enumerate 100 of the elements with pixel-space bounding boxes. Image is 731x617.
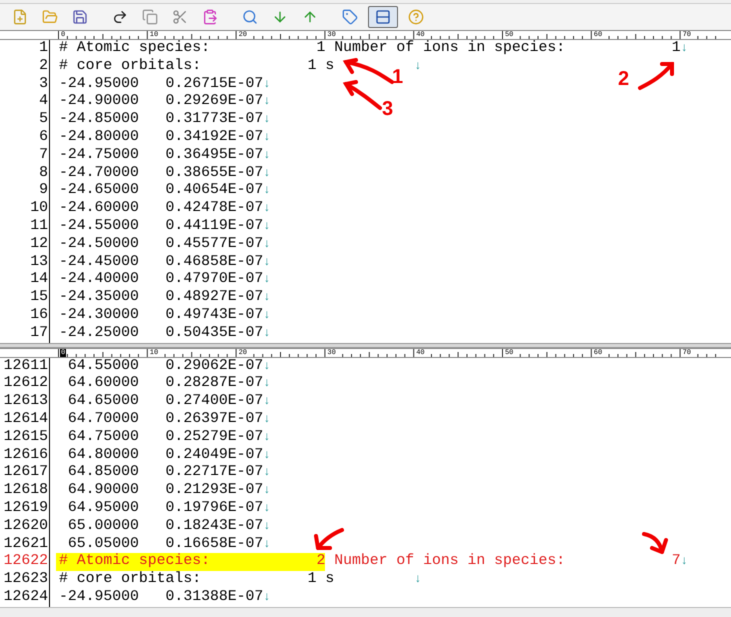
line-number: 12620	[0, 518, 50, 536]
line-number: 10	[0, 200, 50, 218]
highlighted-text: # Atomic species: 2	[56, 553, 326, 572]
line-end-mark: ↓	[263, 76, 270, 93]
folder-icon	[42, 9, 58, 25]
line-end-mark: ↓	[263, 254, 270, 271]
line-number: 12611	[0, 358, 50, 376]
copy-icon	[142, 9, 158, 25]
paste-icon	[202, 9, 218, 25]
line-number: 12617	[0, 464, 50, 482]
line-number: 4	[0, 93, 50, 112]
line-text: -24.55000 0.44119E-07	[59, 218, 264, 236]
line-number: 5	[0, 111, 50, 129]
line-text: 64.75000 0.25279E-07	[66, 428, 264, 447]
line-text: 64.80000 0.24049E-07	[66, 446, 264, 464]
line-text: 64.70000 0.26397E-07	[66, 410, 264, 429]
line-number: 16	[0, 306, 50, 325]
line-end-mark: ↓	[263, 128, 270, 146]
line-number: 3	[0, 76, 50, 94]
find-next-icon	[272, 9, 288, 25]
line-text: 64.95000 0.19796E-07	[66, 500, 264, 518]
line-end-mark: ↓	[263, 218, 270, 235]
line-number: 15	[0, 289, 50, 307]
line-end-mark: ↓	[263, 482, 270, 500]
line-number: 12622	[0, 553, 50, 572]
line-text: 65.00000 0.18243E-07	[66, 518, 264, 536]
line-number: 7	[0, 146, 50, 165]
help-icon	[408, 9, 424, 25]
annotation-label: 3	[382, 98, 394, 120]
line-end-mark: ↓	[263, 393, 270, 410]
line-text: -24.95000 0.26715E-07	[59, 76, 264, 94]
annotation-label: 2	[618, 68, 630, 90]
split-button[interactable]	[368, 6, 398, 28]
line-text: -24.65000 0.40654E-07	[59, 182, 264, 200]
split-window-icon	[375, 9, 391, 25]
line-number: 6	[0, 128, 50, 147]
line-end-mark: ↓	[263, 375, 270, 392]
cut-icon	[172, 9, 188, 25]
line-number: 12613	[0, 393, 50, 411]
line-end-mark: ↓	[263, 324, 270, 342]
line-text: 64.90000 0.21293E-07	[66, 482, 264, 500]
line-end-mark: ↓	[263, 93, 270, 110]
line-end-mark: ↓	[263, 428, 270, 446]
line-text: -24.95000 0.31388E-07	[59, 588, 264, 607]
line-text: -24.40000 0.47970E-07	[59, 271, 264, 290]
line-number: 2	[0, 58, 50, 76]
line-end-mark: ↓	[680, 553, 688, 570]
line-number: 12614	[0, 410, 50, 429]
line-text: 64.60000 0.28287E-07	[66, 375, 264, 394]
line-end-mark: ↓	[263, 464, 270, 482]
line-number: 1	[0, 40, 50, 58]
line-number: 12619	[0, 500, 50, 518]
line-text: 64.55000 0.29062E-07	[66, 358, 264, 376]
line-end-mark: ↓	[263, 518, 270, 535]
line-text: -24.35000 0.48927E-07	[59, 289, 264, 307]
line-text: # core orbitals: 1 s	[59, 571, 334, 589]
new-file-icon	[12, 9, 28, 25]
line-text: -24.90000 0.29269E-07	[59, 93, 264, 112]
line-number: 13	[0, 254, 50, 272]
line-text: # Atomic species: 1 Number of ions in species: 1	[59, 40, 681, 58]
annotation-arrow	[312, 526, 346, 552]
line-end-mark: ↓	[414, 571, 422, 588]
annotation-label: 1	[392, 66, 404, 88]
line-end-mark: ↓	[263, 236, 270, 253]
line-end-mark: ↓	[263, 111, 270, 128]
line-text: -24.30000 0.49743E-07	[59, 306, 264, 325]
line-text: 64.65000 0.27400E-07	[66, 393, 264, 411]
line-number: 12616	[0, 446, 50, 464]
curved-arrow-icon	[112, 9, 128, 25]
line-end-mark: ↓	[263, 200, 270, 218]
tag-icon	[342, 9, 358, 25]
line-text: 64.85000 0.22717E-07	[66, 464, 264, 482]
line-number: 9	[0, 182, 50, 200]
line-end-mark: ↓	[263, 536, 270, 553]
line-text: -24.60000 0.42478E-07	[59, 200, 264, 218]
line-text: -24.70000 0.38655E-07	[59, 164, 264, 182]
line-end-mark: ↓	[263, 271, 270, 288]
line-text: 65.05000 0.16658E-07	[66, 536, 264, 553]
line-text: -24.45000 0.46858E-07	[59, 254, 264, 272]
line-text: -24.50000 0.45577E-07	[59, 236, 264, 254]
line-text: Number of ions in species: 7	[333, 553, 681, 572]
line-end-mark: ↓	[263, 588, 270, 606]
line-number: 12621	[0, 536, 50, 554]
line-end-mark: ↓	[263, 164, 270, 182]
line-end-mark: ↓	[263, 410, 270, 428]
line-end-mark: ↓	[263, 182, 270, 200]
save-icon	[72, 9, 88, 25]
line-end-mark: ↓	[263, 500, 270, 517]
find-previous-icon	[302, 9, 318, 25]
line-end-mark: ↓	[263, 446, 270, 464]
line-text: -24.75000 0.36495E-07	[59, 146, 264, 165]
line-end-mark: ↓	[414, 58, 422, 75]
line-text: -24.85000 0.31773E-07	[59, 111, 264, 129]
line-number: 12615	[0, 428, 50, 447]
line-number: 12	[0, 236, 50, 254]
line-number: 11	[0, 218, 50, 236]
line-end-mark: ↓	[263, 289, 270, 306]
line-end-mark: ↓	[263, 146, 270, 164]
line-text: # core orbitals: 1 s	[59, 58, 334, 76]
line-text: -24.25000 0.50435E-07	[59, 324, 264, 343]
